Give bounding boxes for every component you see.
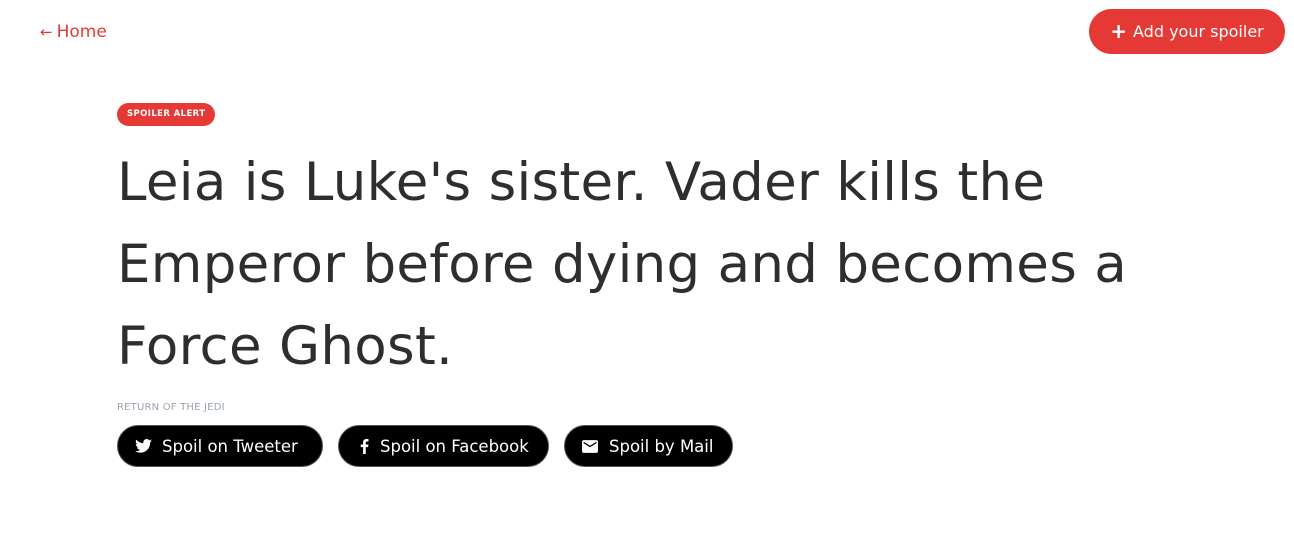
spoiler-content: SPOILER ALERT Leia is Luke's sister. Vad…: [117, 101, 1217, 467]
share-facebook-label: Spoil on Facebook: [380, 436, 529, 456]
movie-title: RETURN OF THE JEDI: [117, 402, 225, 413]
spoiler-alert-badge: SPOILER ALERT: [117, 103, 216, 126]
page: ← Home + Add your spoiler SPOILER ALERT …: [0, 0, 1294, 538]
arrow-left-icon: ←: [40, 22, 53, 41]
twitter-icon: [134, 437, 152, 455]
share-twitter-label: Spoil on Tweeter: [162, 436, 298, 456]
share-mail-label: Spoil by Mail: [609, 436, 714, 456]
share-mail-button[interactable]: Spoil by Mail: [564, 425, 733, 467]
spoiler-text: Leia is Luke's sister. Vader kills the E…: [117, 152, 1128, 377]
share-twitter-button[interactable]: Spoil on Tweeter: [117, 425, 323, 467]
add-spoiler-label: Add your spoiler: [1133, 22, 1264, 41]
plus-icon: +: [1110, 18, 1128, 43]
mail-icon: [581, 437, 599, 455]
home-link[interactable]: ← Home: [40, 20, 107, 44]
share-buttons: Spoil on Tweeter Spoil on Facebook Spoil…: [117, 425, 1217, 467]
add-spoiler-button[interactable]: + Add your spoiler: [1089, 9, 1285, 54]
home-label: Home: [56, 22, 107, 42]
share-facebook-button[interactable]: Spoil on Facebook: [338, 425, 549, 467]
facebook-icon: [355, 437, 373, 455]
